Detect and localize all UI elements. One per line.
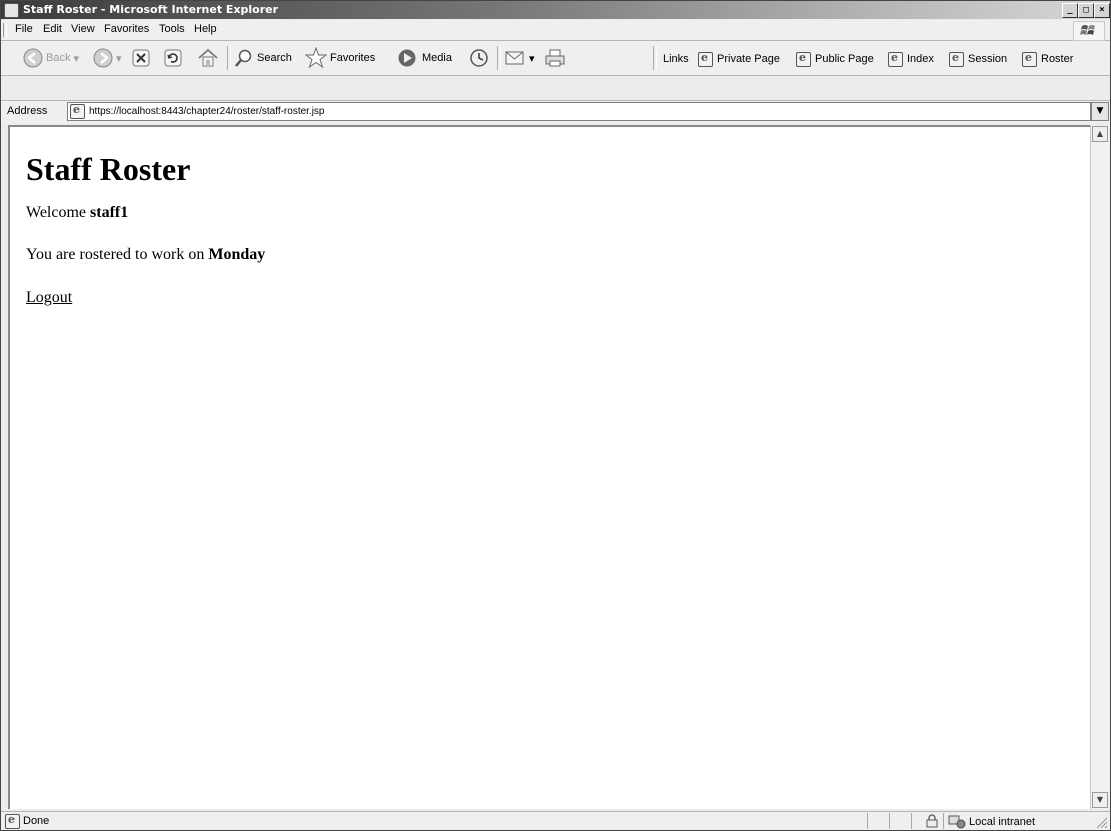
link-label: Index: [907, 53, 934, 65]
link-label: Public Page: [815, 53, 874, 65]
menu-favorites[interactable]: Favorites: [104, 23, 149, 35]
favorites-star-icon: [305, 47, 327, 69]
history-button[interactable]: [468, 47, 490, 69]
ie-page-icon: [1022, 51, 1037, 67]
forward-button[interactable]: ▾: [93, 47, 122, 69]
refresh-button[interactable]: [164, 47, 182, 69]
address-url[interactable]: https://localhost:8443/chapter24/roster/…: [89, 106, 325, 117]
stop-button[interactable]: [132, 47, 150, 69]
toolbar-separator: [497, 46, 501, 70]
ie-app-icon: [4, 3, 19, 18]
window-title: Staff Roster - Microsoft Internet Explor…: [23, 3, 279, 16]
security-zone: Local intranet: [948, 815, 1035, 829]
home-button[interactable]: [197, 47, 219, 69]
status-panel: [867, 813, 868, 829]
browser-window: Staff Roster - Microsoft Internet Explor…: [0, 0, 1111, 831]
search-label: Search: [257, 52, 292, 64]
standard-toolbar: Back ▾ ▾ Search Favorites Media ▾ Links …: [1, 41, 1110, 76]
links-label: Links: [663, 53, 689, 65]
media-icon: [398, 49, 416, 67]
page-heading: Staff Roster: [26, 151, 191, 187]
back-label: Back: [46, 52, 71, 64]
home-icon: [198, 48, 218, 67]
menu-bar: File Edit View Favorites Tools Help: [1, 20, 1110, 41]
link-index[interactable]: Index: [888, 50, 934, 68]
print-icon: [545, 49, 565, 67]
scroll-down-button[interactable]: ▼: [1092, 792, 1108, 808]
link-private-page[interactable]: Private Page: [698, 50, 780, 68]
menu-view[interactable]: View: [71, 23, 95, 35]
minimize-button[interactable]: _: [1062, 3, 1078, 18]
mail-icon: [505, 51, 524, 65]
menu-help[interactable]: Help: [194, 23, 217, 35]
ie-page-icon: [796, 51, 811, 67]
menu-edit[interactable]: Edit: [43, 23, 62, 35]
link-label: Roster: [1041, 53, 1074, 65]
vertical-scrollbar[interactable]: ▲ ▼: [1090, 125, 1109, 809]
link-roster[interactable]: Roster: [1022, 50, 1073, 68]
menu-file[interactable]: File: [15, 23, 33, 35]
link-label: Session: [968, 53, 1008, 65]
logout-link[interactable]: Logout: [26, 289, 72, 307]
zone-label: Local intranet: [969, 816, 1036, 828]
page-content: Staff Roster Welcome staff1 You are rost…: [8, 125, 1090, 809]
welcome-prefix: Welcome: [26, 204, 91, 221]
resize-grip-icon[interactable]: [1094, 815, 1108, 829]
toolbar-separator: [227, 46, 231, 70]
search-button[interactable]: Search: [234, 47, 292, 69]
maximize-button[interactable]: □: [1078, 3, 1094, 18]
media-button[interactable]: Media: [397, 47, 452, 69]
back-button[interactable]: Back ▾: [23, 47, 79, 69]
media-label: Media: [422, 52, 452, 64]
ie-page-icon: [5, 813, 24, 830]
history-icon: [470, 49, 488, 67]
close-button[interactable]: ×: [1094, 3, 1110, 18]
lock-icon: [926, 814, 938, 828]
back-dropdown-icon[interactable]: ▾: [73, 52, 79, 65]
ie-page-icon: [70, 103, 85, 119]
status-panel: [889, 813, 890, 829]
roster-day: Monday: [208, 246, 266, 263]
ie-page-icon: [698, 51, 713, 67]
link-label: Private Page: [717, 53, 780, 65]
print-button[interactable]: [544, 47, 566, 69]
address-dropdown-button[interactable]: ▼: [1091, 102, 1109, 121]
status-bar: Done Local intranet: [1, 811, 1110, 830]
refresh-icon: [164, 49, 182, 67]
menu-grip: [3, 23, 7, 37]
roster-text: You are rostered to work on Monday: [26, 246, 265, 264]
link-public-page[interactable]: Public Page: [796, 50, 874, 68]
intranet-icon: [948, 815, 966, 829]
windows-logo-icon: [1073, 21, 1105, 41]
address-label: Address: [7, 105, 48, 117]
status-panel: [911, 813, 912, 829]
welcome-text: Welcome staff1: [26, 204, 128, 222]
ie-page-icon: [949, 51, 964, 67]
address-input[interactable]: https://localhost:8443/chapter24/roster/…: [67, 102, 1091, 121]
title-bar: Staff Roster - Microsoft Internet Explor…: [1, 1, 1110, 19]
mail-button[interactable]: ▾: [504, 47, 535, 69]
favorites-button[interactable]: Favorites: [305, 47, 375, 69]
stop-icon: [132, 49, 150, 67]
mail-dropdown-icon[interactable]: ▾: [529, 52, 535, 65]
menu-tools[interactable]: Tools: [159, 23, 185, 35]
status-panel: [943, 813, 944, 829]
roster-prefix: You are rostered to work on: [26, 246, 209, 263]
ie-page-icon: [888, 51, 903, 67]
forward-arrow-icon: [93, 48, 113, 68]
status-text: Done: [23, 815, 50, 827]
favorites-label: Favorites: [330, 52, 376, 64]
back-arrow-icon: [23, 48, 43, 68]
forward-dropdown-icon[interactable]: ▾: [116, 52, 122, 65]
link-session[interactable]: Session: [949, 50, 1007, 68]
search-icon: [235, 49, 252, 67]
links-separator: [653, 46, 657, 70]
username: staff1: [90, 204, 129, 221]
scroll-up-button[interactable]: ▲: [1092, 126, 1108, 142]
address-bar: Address https://localhost:8443/chapter24…: [1, 100, 1110, 123]
